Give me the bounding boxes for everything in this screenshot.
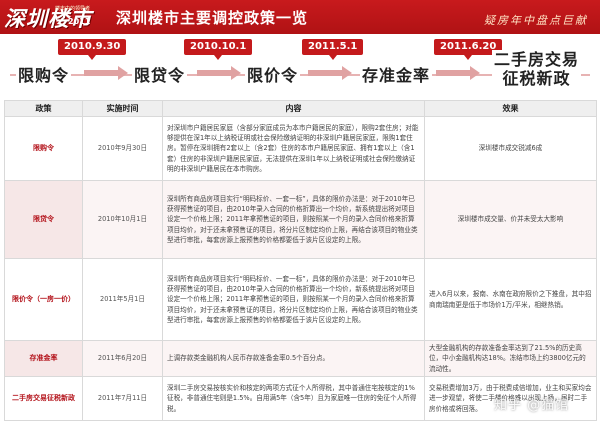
policy-time: 2011年5月1日 bbox=[82, 258, 163, 341]
timeline-date: 2010.10.1 bbox=[184, 39, 253, 60]
column-header: 政策 bbox=[4, 100, 83, 117]
policy-effect: 大型金融机构的存款准备金率达到了21.5%的历史高位，中小金融机构达18%。冻结… bbox=[424, 340, 597, 377]
table-row: 存准金率 2011年6月20日 上调存款类金融机构人民币存款准备金率0.5个百分… bbox=[4, 340, 597, 377]
policy-content: 深圳所有商品房项目实行“明码标价、一套一标”，具体的限价办法是：对于2010年已… bbox=[162, 180, 425, 259]
policy-name: 限价令（一房一价） bbox=[4, 258, 83, 341]
policy-content: 上调存款类金融机构人民币存款准备金率0.5个百分点。 bbox=[162, 340, 425, 377]
column-header: 实施时间 bbox=[82, 100, 163, 117]
column-header: 效果 bbox=[424, 100, 597, 117]
policy-time: 2011年6月20日 bbox=[82, 340, 163, 377]
logo: 深圳楼市 楼市中的领导者 2011 bbox=[4, 3, 99, 31]
table-row: 限贷令 2010年10月1日 深圳所有商品房项目实行“明码标价、一套一标”，具体… bbox=[4, 180, 597, 259]
timeline-step: 限购令 bbox=[16, 62, 72, 86]
timeline-step: 存准金率 bbox=[360, 62, 433, 86]
header-slogan: 疑房年中盘点巨献 bbox=[484, 14, 588, 27]
arrow-right-icon bbox=[84, 66, 128, 80]
timeline-step-line: 二手房交易 bbox=[494, 50, 580, 69]
policy-time: 2010年9月30日 bbox=[82, 116, 163, 181]
page-title: 深圳楼市主要调控政策一览 bbox=[116, 9, 309, 27]
arrow-right-icon bbox=[436, 66, 480, 80]
column-header: 内容 bbox=[162, 100, 425, 117]
policy-timeline: 2010.9.30 2010.10.1 2011.5.1 2011.6.20 限… bbox=[0, 34, 600, 94]
policy-time: 2010年10月1日 bbox=[82, 180, 163, 259]
arrow-right-icon bbox=[308, 66, 352, 80]
arrow-right-icon bbox=[197, 66, 241, 80]
table-header-row: 政策 实施时间 内容 效果 bbox=[4, 100, 597, 117]
policy-name: 限购令 bbox=[4, 116, 83, 181]
policy-effect: 进入6月以来，报南、水南在政府限价之下推盘，其中招商南瑞南更是低于市场价1万/平… bbox=[424, 258, 597, 341]
page-header: 深圳楼市 楼市中的领导者 2011 深圳楼市主要调控政策一览 疑房年中盘点巨献 bbox=[0, 0, 600, 34]
policy-name: 存准金率 bbox=[4, 340, 83, 377]
policy-name: 二手房交易征税新政 bbox=[4, 376, 83, 421]
logo-year: 2011 bbox=[68, 17, 91, 26]
timeline-date: 2010.9.30 bbox=[58, 39, 127, 60]
policy-effect: 深圳楼市成交锐减6成 bbox=[424, 116, 597, 181]
timeline-step: 二手房交易 征税新政 bbox=[492, 50, 582, 88]
policy-name: 限贷令 bbox=[4, 180, 83, 259]
table-row: 限购令 2010年9月30日 对深圳市户籍居民家庭（含部分家庭成员为本市户籍居民… bbox=[4, 116, 597, 181]
policy-content: 深圳二手房交易按核实价和核定的两项方式征个人所得税，其中普通住宅按核定的1%征税… bbox=[162, 376, 425, 421]
policy-effect: 深圳楼市成交量、价并未受太大影响 bbox=[424, 180, 597, 259]
policy-content: 对深圳市户籍居民家庭（含部分家庭成员为本市户籍居民的家庭），限购2套住房；对能够… bbox=[162, 116, 425, 181]
policy-table-container: 政策 实施时间 内容 效果 限购令 2010年9月30日 对深圳市户籍居民家庭（… bbox=[4, 100, 597, 432]
policy-content: 深圳所有商品房项目实行“明码标价、一套一标”，具体的限价办法是：对于2010年已… bbox=[162, 258, 425, 341]
timeline-step: 限贷令 bbox=[132, 62, 188, 86]
policy-time: 2011年7月11日 bbox=[82, 376, 163, 421]
timeline-step: 限价令 bbox=[245, 62, 301, 86]
timeline-date: 2011.5.1 bbox=[302, 39, 364, 60]
logo-subtext: 楼市中的领导者 bbox=[55, 6, 91, 12]
timeline-step-line: 征税新政 bbox=[502, 69, 571, 88]
table-row: 限价令（一房一价） 2011年5月1日 深圳所有商品房项目实行“明码标价、一套一… bbox=[4, 258, 597, 341]
policy-table: 政策 实施时间 内容 效果 限购令 2010年9月30日 对深圳市户籍居民家庭（… bbox=[4, 100, 597, 421]
watermark: 知乎 @猫馆 bbox=[494, 398, 570, 413]
